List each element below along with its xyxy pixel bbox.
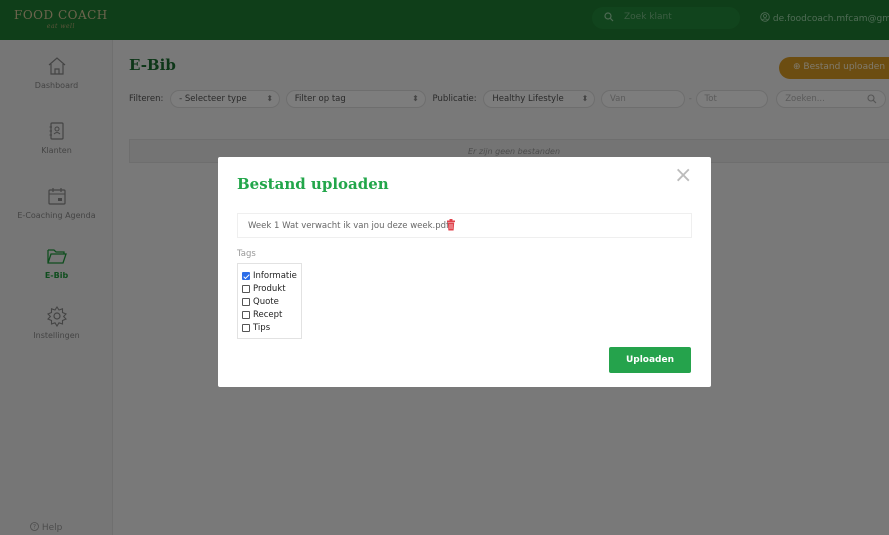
checkbox[interactable] [242, 297, 250, 306]
checkbox[interactable] [242, 271, 250, 280]
tag-option-informatie[interactable]: Informatie [242, 269, 301, 282]
checkbox[interactable] [242, 323, 250, 332]
tag-option-tips[interactable]: Tips [242, 321, 301, 334]
tag-label: Recept [253, 309, 283, 320]
tags-list: Informatie Produkt Quote Recept Tips [237, 263, 302, 339]
tags-label: Tags [237, 249, 256, 259]
tag-label: Produkt [253, 283, 286, 294]
tag-option-recept[interactable]: Recept [242, 308, 301, 321]
tag-label: Quote [253, 296, 279, 307]
modal-title: Bestand uploaden [237, 175, 389, 193]
checkbox[interactable] [242, 310, 250, 319]
tag-option-produkt[interactable]: Produkt [242, 282, 301, 295]
file-name: Week 1 Wat verwacht ik van jou deze week… [248, 221, 450, 231]
tag-label: Tips [253, 322, 271, 333]
uploaden-button[interactable]: Uploaden [609, 347, 691, 373]
checkbox[interactable] [242, 284, 250, 293]
tag-label: Informatie [253, 270, 297, 281]
trash-icon[interactable] [446, 219, 456, 234]
close-icon[interactable]: × [674, 165, 692, 187]
tag-option-quote[interactable]: Quote [242, 295, 301, 308]
upload-modal: Bestand uploaden × Week 1 Wat verwacht i… [218, 157, 711, 387]
selected-file: Week 1 Wat verwacht ik van jou deze week… [237, 213, 692, 238]
